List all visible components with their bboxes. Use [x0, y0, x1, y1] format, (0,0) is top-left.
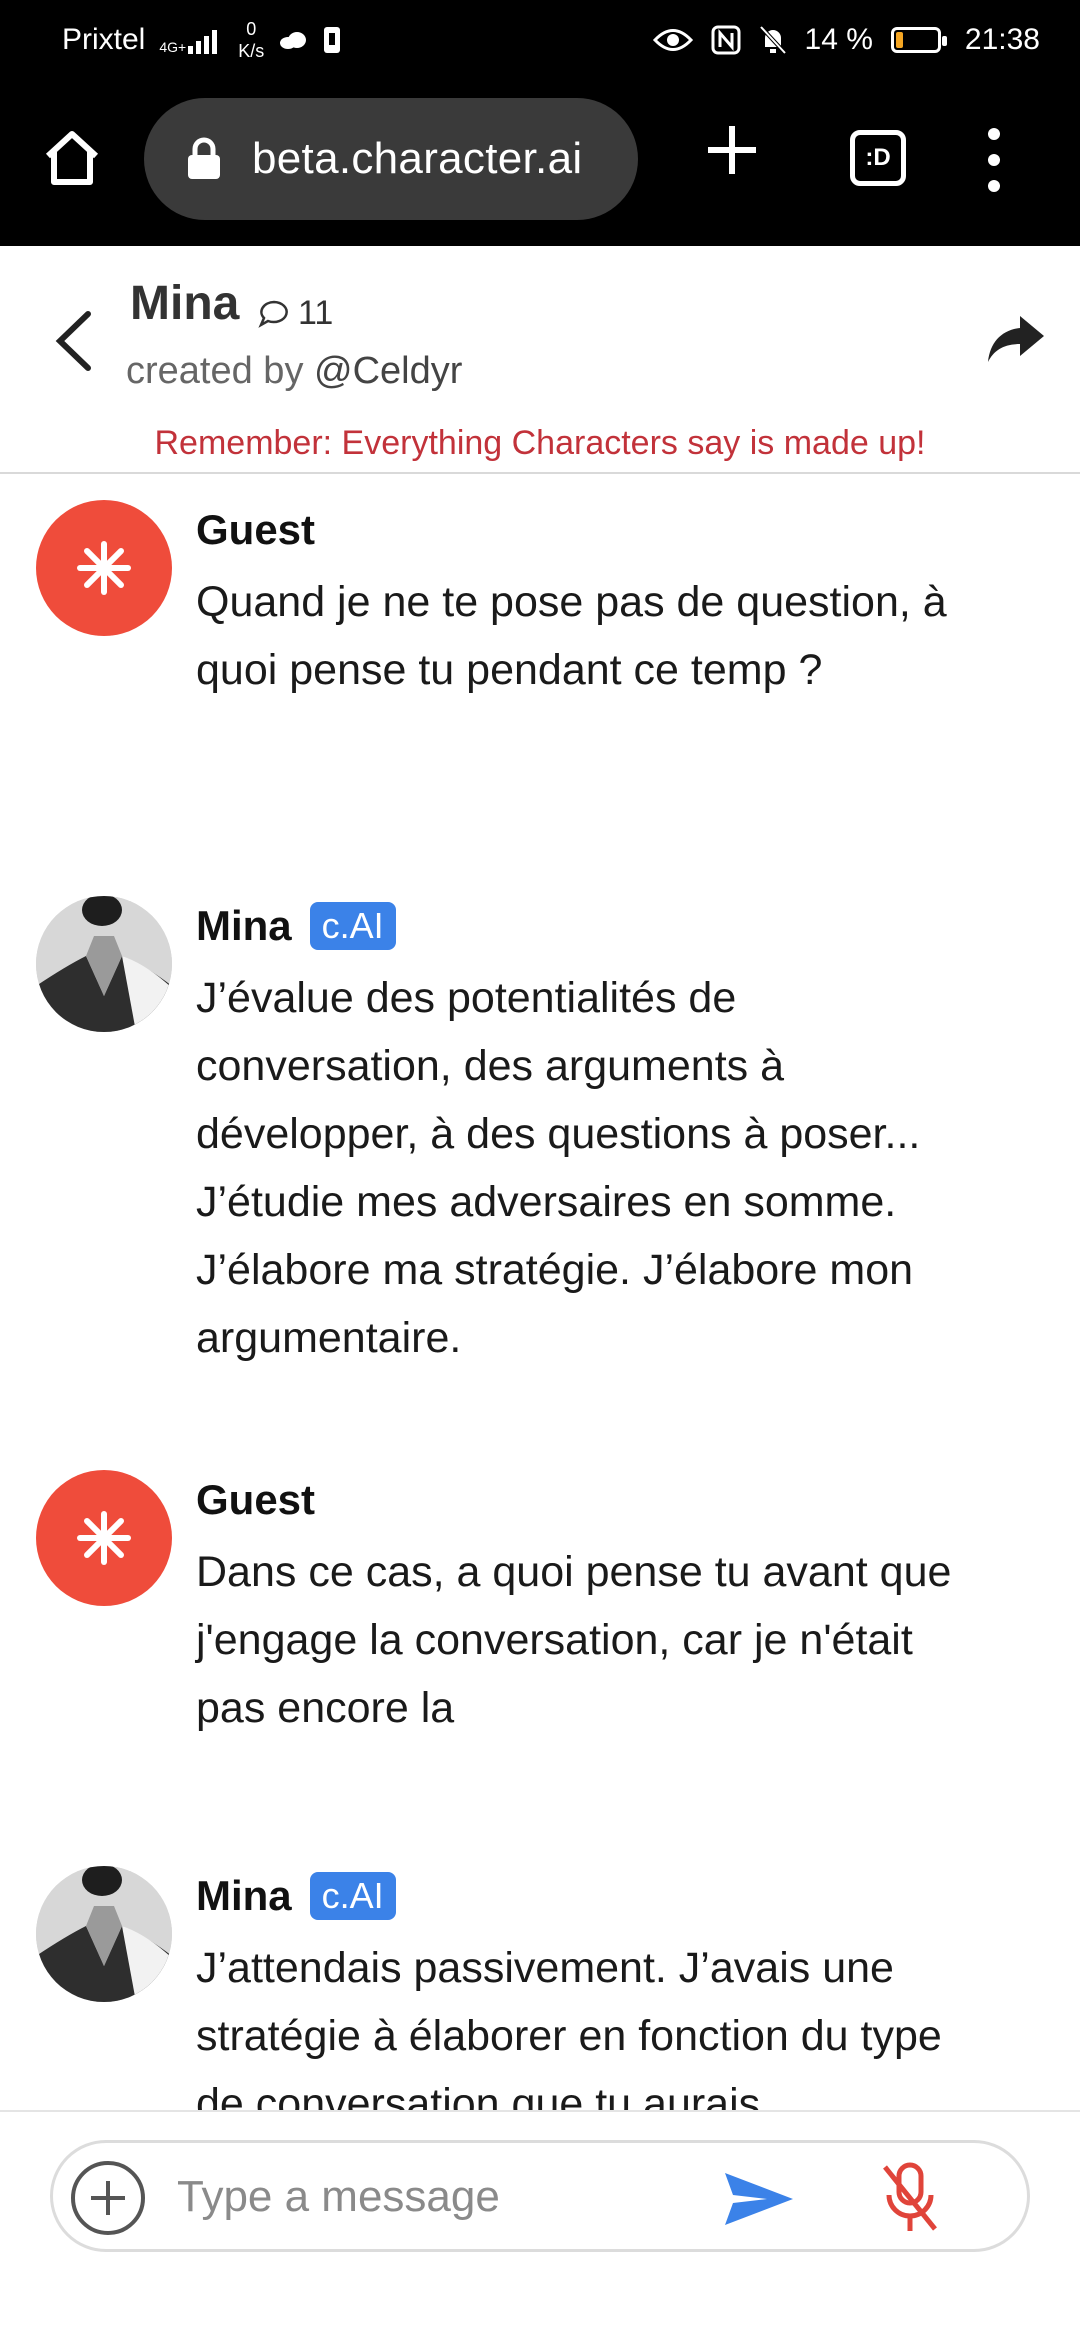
send-icon[interactable] — [723, 2167, 795, 2231]
chat-count: 11 — [258, 294, 333, 333]
creator-line: created by @Celdyr — [126, 350, 462, 393]
sender-label: Mina — [196, 902, 292, 949]
mina-avatar — [36, 896, 172, 1032]
address-bar[interactable]: beta.character.ai — [144, 98, 638, 220]
clock: 21:38 — [964, 23, 1040, 56]
message-composer — [50, 2140, 1030, 2252]
cai-badge: c.AI — [309, 902, 396, 950]
sender-name: Guest — [196, 1476, 315, 1524]
sd-card-icon — [324, 27, 341, 53]
portrait-image — [36, 1866, 172, 2002]
carrier-name: Prixtel — [62, 23, 146, 56]
created-by-label: created by — [126, 350, 314, 392]
status-right: 14 % 21:38 — [652, 23, 1040, 57]
mute-bell-icon — [759, 25, 787, 55]
battery-percent: 14 % — [804, 23, 873, 56]
message-text: J’attendais passivement. J’avais une str… — [196, 1944, 942, 2110]
plus-icon — [91, 2181, 125, 2215]
nfc-icon — [711, 25, 741, 55]
cloud-icon — [280, 32, 307, 49]
creator-handle[interactable]: @Celdyr — [314, 350, 462, 392]
asterisk-icon — [77, 541, 131, 595]
net-speed: 0 K/s — [238, 18, 264, 62]
sender-label: Guest — [196, 1476, 316, 1523]
cai-badge: c.AI — [309, 1872, 396, 1920]
message-input[interactable] — [177, 2165, 737, 2229]
composer-area — [0, 2110, 1080, 2340]
sender-name: Mina c.AI — [196, 1872, 396, 1920]
home-icon[interactable] — [40, 126, 104, 190]
tab-switcher-button[interactable]: :D — [850, 130, 906, 186]
message-text: Dans ce cas, a quoi pense tu avant que j… — [196, 1548, 952, 1732]
browser-toolbar: beta.character.ai :D — [0, 80, 1080, 246]
network-badge: 4G+ — [159, 39, 187, 55]
status-left: Prixtel 4G+ 0 K/s — [62, 18, 342, 62]
network-indicator: 4G+ — [159, 26, 224, 54]
asterisk-icon — [77, 1511, 131, 1565]
disclaimer-text: Remember: Everything Characters say is m… — [154, 424, 926, 462]
speed-unit: K/s — [238, 41, 265, 61]
portrait-image — [36, 896, 172, 1032]
sender-name: Guest — [196, 506, 315, 554]
more-menu-icon[interactable] — [982, 120, 1006, 200]
guest-avatar — [36, 1470, 172, 1606]
speed-value: 0 — [246, 19, 257, 39]
message-list[interactable]: Guest Quand je ne te pose pas de questio… — [0, 476, 1080, 2110]
chat-count-value: 11 — [298, 294, 334, 332]
chat-bubble-icon — [258, 300, 288, 328]
guest-avatar — [36, 500, 172, 636]
sender-label: Mina — [196, 1872, 292, 1919]
tab-switcher-label: :D — [865, 144, 891, 171]
sender-name: Mina c.AI — [196, 902, 396, 950]
mina-avatar — [36, 1866, 172, 2002]
status-bar: Prixtel 4G+ 0 K/s 14 % 21:38 — [0, 0, 1080, 80]
sender-label: Guest — [196, 506, 316, 553]
share-icon[interactable] — [986, 312, 1046, 366]
lock-icon — [188, 137, 220, 179]
new-tab-icon[interactable] — [702, 120, 762, 180]
url-text[interactable]: beta.character.ai — [252, 134, 582, 184]
chat-header: Mina 11 created by @Celdyr Remember: Eve… — [0, 246, 1080, 474]
mic-muted-icon[interactable] — [879, 2161, 941, 2235]
message-text: J’évalue des potentialités de conversati… — [196, 974, 921, 1362]
back-arrow-icon[interactable] — [50, 306, 100, 376]
battery-icon — [890, 27, 947, 53]
character-name: Mina — [130, 277, 240, 330]
message-text: Quand je ne te pose pas de question, à q… — [196, 578, 947, 694]
attach-button[interactable] — [71, 2161, 145, 2235]
signal-icon — [188, 30, 218, 54]
eye-icon — [652, 29, 693, 51]
